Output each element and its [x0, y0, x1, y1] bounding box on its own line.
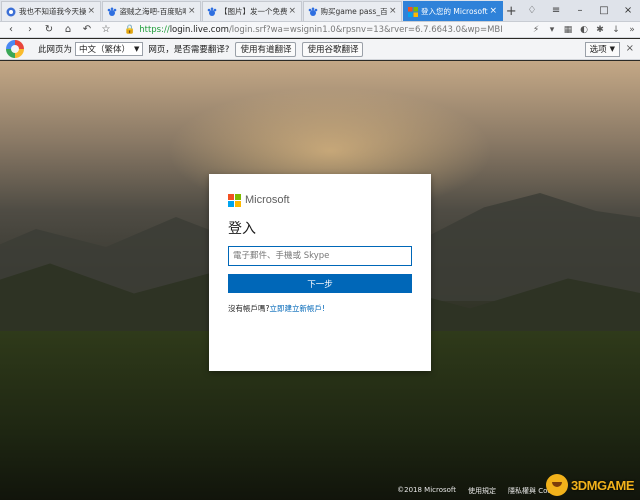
maximize-icon[interactable]: □ [592, 5, 616, 16]
chevron-down-icon: ▼ [609, 45, 615, 53]
browser-tab-active[interactable]: 登入您的 Microsoft 帐 × [403, 1, 503, 21]
translate-bar: 此网页为 中文（繁体） ▼ 网页，是否需要翻译? 使用有道翻译 使用谷歌翻译 选… [0, 39, 640, 60]
tab-strip: 我也不知道我今天操到 × 盗贼之海吧-百度贴吧-- × 【图片】发一个免费试 ×… [0, 0, 640, 22]
address-bar[interactable]: 🔒 https:// login.live.com /login.srf?wa=… [124, 23, 502, 37]
next-button[interactable]: 下一步 [228, 274, 412, 293]
reload-icon[interactable]: ↻ [41, 22, 57, 38]
translate-options-button[interactable]: 选项 ▼ [584, 41, 620, 57]
no-account-text: 沒有帳戶嗎?立即建立新帳戶! [228, 303, 412, 314]
url-host: login.live.com [169, 24, 229, 35]
translate-prefix: 此网页为 [38, 45, 73, 55]
microsoft-icon [408, 6, 418, 17]
tab-title: 我也不知道我今天操到 [19, 7, 86, 16]
language-value: 中文（繁体） [79, 45, 131, 55]
minimize-icon[interactable]: – [568, 5, 592, 16]
youdao-translate-button[interactable]: 使用有道翻译 [235, 41, 297, 57]
undo-icon[interactable]: ↶ [79, 22, 95, 38]
extension-icon[interactable]: ◐ [576, 22, 592, 38]
watermark-text: 3DMGAME [571, 477, 634, 493]
baidu-paw-icon [207, 7, 217, 16]
favicon-icon [6, 7, 16, 16]
watermark-logo-icon [546, 474, 569, 496]
chevron-down-icon: ▼ [134, 45, 140, 53]
dropdown-icon[interactable]: ▾ [544, 22, 560, 38]
new-tab-button[interactable]: + [503, 1, 521, 21]
account-input[interactable] [228, 246, 412, 266]
url-scheme: https:// [139, 24, 170, 35]
shield-icon[interactable]: ♢ [520, 5, 544, 16]
page-title: 登入 [228, 221, 256, 237]
url-path: /login.srf?wa=wsignin1.0&rpsnv=13&rver=6… [228, 24, 502, 35]
download-icon[interactable]: ↓ [608, 22, 624, 38]
window-controls: ♢ ≡ – □ × [520, 0, 640, 21]
bookmark-star-icon[interactable]: ☆ [98, 22, 114, 38]
tab-title: 购买game pass_百度搜 [320, 7, 388, 16]
login-card: Microsoft 登入 下一步 沒有帳戶嗎?立即建立新帳戶! [209, 174, 431, 371]
more-icon[interactable]: » [624, 22, 640, 38]
browser-tab[interactable]: 购买game pass_百度搜 × [302, 1, 402, 21]
close-icon[interactable]: × [389, 7, 397, 16]
no-account-label: 沒有帳戶嗎? [228, 304, 270, 313]
close-icon[interactable]: × [289, 7, 297, 16]
close-icon[interactable]: × [88, 7, 96, 16]
grid-apps-icon[interactable]: ▦ [560, 22, 576, 38]
close-icon[interactable]: × [490, 7, 498, 16]
baidu-paw-icon [308, 7, 317, 16]
create-account-link[interactable]: 立即建立新帳戶! [269, 304, 325, 313]
menu-icon[interactable]: ≡ [544, 5, 568, 16]
translate-question: 网页，是否需要翻译? [148, 45, 230, 55]
tab-title: 【图片】发一个免费试 [220, 7, 287, 16]
navigation-bar: ‹ › ↻ ⌂ ↶ ☆ 🔒 https:// login.live.com /l… [0, 22, 640, 38]
page-background: Microsoft 登入 下一步 沒有帳戶嗎?立即建立新帳戶! ©2018 Mi… [0, 61, 640, 500]
close-window-icon[interactable]: × [616, 5, 640, 16]
browser-tab[interactable]: 【图片】发一个免费试 × [202, 1, 302, 21]
home-icon[interactable]: ⌂ [60, 22, 76, 38]
translate-icon[interactable]: ✱ [592, 22, 608, 38]
browser-tab[interactable]: 我也不知道我今天操到 × [1, 1, 101, 21]
tab-title: 盗贼之海吧-百度贴吧-- [119, 7, 187, 16]
microsoft-logo: Microsoft [228, 193, 412, 207]
microsoft-grid-icon [228, 193, 241, 207]
translate-logo-icon [6, 40, 24, 58]
tab-title: 登入您的 Microsoft 帐 [421, 7, 488, 16]
lock-icon: 🔒 [124, 24, 136, 35]
close-icon[interactable]: × [188, 7, 196, 16]
close-icon[interactable]: × [626, 43, 634, 54]
back-icon[interactable]: ‹ [3, 22, 19, 38]
lightning-icon[interactable]: ⚡ [528, 22, 544, 38]
toolbar-right: ⚡ ▾ ▦ ◐ ✱ ↓ » [528, 22, 640, 38]
language-select[interactable]: 中文（繁体） ▼ [75, 42, 144, 56]
baidu-paw-icon [107, 7, 116, 16]
copyright: ©2018 Microsoft [397, 486, 457, 494]
forward-icon[interactable]: › [22, 22, 38, 38]
watermark: 3DMGAME [546, 474, 634, 496]
browser-tab[interactable]: 盗贼之海吧-百度贴吧-- × [101, 1, 201, 21]
options-label: 选项 [589, 45, 607, 55]
terms-link[interactable]: 使用規定 [468, 486, 496, 496]
google-translate-button[interactable]: 使用谷歌翻译 [302, 41, 364, 57]
brand-name: Microsoft [245, 194, 290, 206]
footer: ©2018 Microsoft 使用規定 隱私權與 Cookie [397, 486, 562, 496]
